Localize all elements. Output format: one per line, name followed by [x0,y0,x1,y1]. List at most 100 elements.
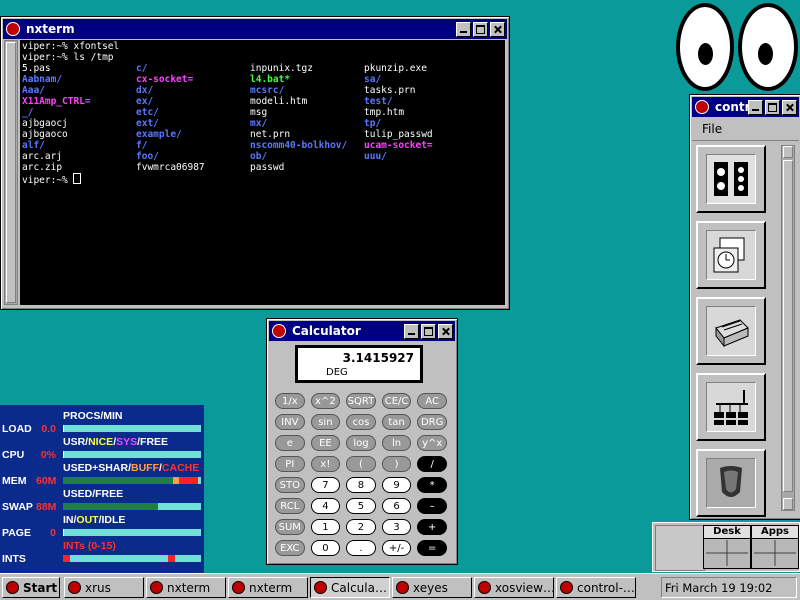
control-panel-window[interactable]: contr File [689,94,800,520]
scrollbar-thumb[interactable] [783,160,793,492]
calc-key[interactable]: tan [381,414,412,430]
file-menu[interactable]: File [702,122,722,136]
taskbar-button[interactable]: xrus [64,577,144,598]
calc-key[interactable]: 8 [346,477,376,493]
calc-key[interactable]: + [417,519,447,535]
terminal-line: 5.pas c/inpunix.tgz pkunzip.exe [22,63,503,74]
keypad-row: 1/x x^2 SQRT CE/C AC [275,393,453,414]
calc-key[interactable]: +/- [381,540,412,556]
system-services-button[interactable] [696,145,766,213]
redhat-icon[interactable] [272,324,286,338]
calc-key[interactable]: 0 [310,540,341,556]
maximize-button[interactable] [473,21,488,37]
taskbar-button[interactable]: Calcula… [310,577,390,598]
calc-key[interactable]: x! [310,456,341,472]
calc-key[interactable]: SQRT [346,393,376,409]
calc-key[interactable]: ) [381,456,412,472]
calc-key[interactable]: * [417,477,447,493]
pager-desk[interactable]: Desk [703,525,751,569]
redhat-icon [478,581,491,594]
redhat-icon[interactable] [6,22,20,36]
terminal-screen[interactable]: viper:~% xfontsel viper:~% ls /tmp 5.pas c/… [20,40,505,305]
close-button[interactable] [438,323,453,339]
calc-key[interactable]: / [417,456,447,472]
calc-key[interactable]: CE/C [381,393,412,409]
xosview-row: PAGE 0 IN/OUT/IDLE [0,513,204,539]
taskbar-button[interactable]: nxterm [146,577,226,598]
terminal-prompt-line[interactable]: viper:~% [22,173,503,186]
calc-key[interactable]: . [346,540,376,556]
calc-key[interactable]: PI [275,456,305,472]
calc-key[interactable]: sin [310,414,341,430]
calc-key[interactable]: SUM [275,519,305,535]
calc-key[interactable]: 1/x [275,393,305,409]
calc-key[interactable]: ln [381,435,412,451]
calc-key[interactable]: 2 [346,519,376,535]
calc-key[interactable]: e [275,435,305,451]
control-panel-scrollbar[interactable] [781,145,795,511]
calc-key[interactable]: y^x [417,435,447,451]
calc-key[interactable]: = [417,540,447,556]
redhat-icon[interactable] [695,100,709,114]
minimize-button[interactable] [748,99,763,115]
close-button[interactable] [782,99,797,115]
meter-header: IN/OUT/IDLE [63,514,126,526]
xosview-row: INTS INTs (0-15) [0,539,204,565]
minimize-button[interactable] [404,323,419,339]
meter-label: INTS [2,553,26,565]
terminal-scrollbar[interactable] [4,40,18,305]
calc-key[interactable]: EXC [275,540,305,556]
taskbar: Start xrus nxterm nxterm Calcula… xeyes xosvi… [0,573,800,600]
pager-apps[interactable]: Apps [751,525,799,569]
network-config-button[interactable] [696,373,766,441]
calculator-titlebar[interactable]: Calculator [269,321,455,341]
calc-key[interactable]: 9 [381,477,412,493]
start-button[interactable]: Start [2,577,60,598]
taskbar-button[interactable]: xosview… [474,577,554,598]
scroll-down-arrow[interactable] [783,498,793,510]
terminal-text: f/ [136,140,148,151]
terminal-window[interactable]: nxterm viper:~% xfontsel viper:~% ls /tmp… [0,16,510,310]
terminal-titlebar[interactable]: nxterm [3,19,507,39]
close-button[interactable] [490,21,505,37]
taskbar-button[interactable]: nxterm [228,577,308,598]
terminal-text: viper:~% ls /tmp [22,52,114,63]
calc-key[interactable]: STO [275,477,305,493]
taskbar-button[interactable]: xeyes [392,577,472,598]
calc-key[interactable]: 4 [310,498,341,514]
terminal-text: msg [250,107,268,118]
time-date-button[interactable] [696,221,766,289]
printer-button[interactable] [696,297,766,365]
calc-key[interactable]: 6 [381,498,412,514]
kernel-daemon-button[interactable] [696,449,766,517]
redhat-icon [314,581,327,594]
calc-key[interactable]: cos [346,414,376,430]
minimize-button[interactable] [456,21,471,37]
time-date-icon [713,237,745,273]
maximize-button[interactable] [421,323,436,339]
scrollbar-thumb[interactable] [6,42,16,303]
calc-key[interactable]: DRG [417,414,447,430]
calc-key[interactable]: AC [417,393,447,409]
calc-key[interactable]: EE [310,435,341,451]
calc-key[interactable]: ( [346,456,376,472]
calculator-window[interactable]: Calculator 3.1415927 DEG 1/x x^2 SQRT CE/C A… [266,318,458,565]
calc-key[interactable]: 5 [346,498,376,514]
calc-key[interactable]: x^2 [310,393,341,409]
calc-key[interactable]: log [346,435,376,451]
terminal-line: alf/f/nscomm40-bolkhov/ucam-socket= [22,140,503,151]
desktop-pager[interactable]: Desk Apps [652,522,800,572]
apps-grid[interactable] [754,540,796,566]
meter-header: USED/FREE [63,488,124,500]
calc-key[interactable]: 1 [310,519,341,535]
calc-key[interactable]: – [417,498,447,514]
desk-grid[interactable] [706,540,748,566]
calc-key[interactable]: RCL [275,498,305,514]
maximize-button[interactable] [765,99,780,115]
control-panel-titlebar[interactable]: contr [692,97,799,117]
scroll-up-arrow[interactable] [783,146,793,158]
taskbar-button[interactable]: control-… [556,577,636,598]
calc-key[interactable]: INV [275,414,305,430]
calc-key[interactable]: 3 [381,519,412,535]
calc-key[interactable]: 7 [310,477,341,493]
